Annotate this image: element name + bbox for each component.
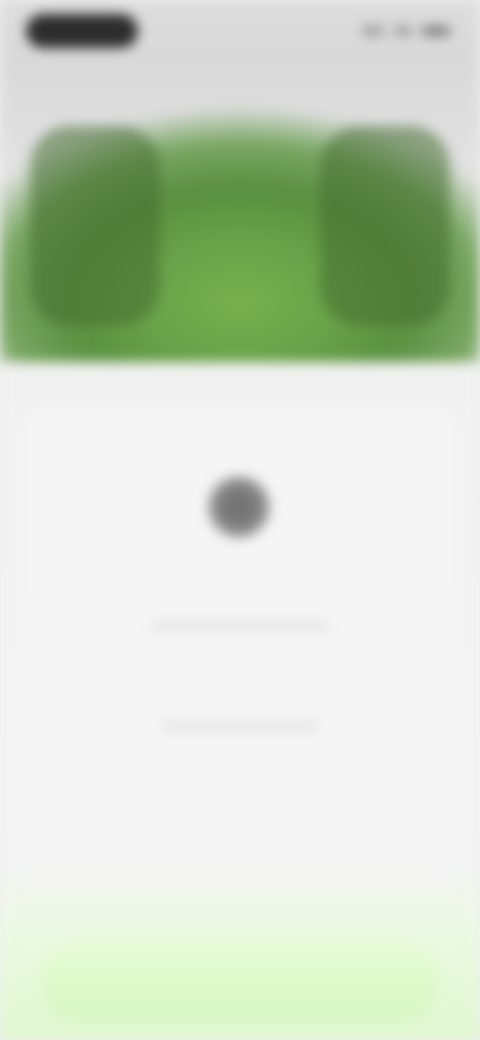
loading-icon bbox=[208, 476, 270, 538]
app-screen bbox=[0, 0, 480, 1040]
status-time-pill bbox=[26, 14, 138, 48]
placeholder-line-2 bbox=[160, 720, 320, 732]
placeholder-line-1 bbox=[150, 620, 330, 632]
hero-banner bbox=[0, 86, 480, 362]
status-bar bbox=[0, 0, 480, 64]
bottom-action-button[interactable] bbox=[40, 940, 440, 1020]
battery-icon bbox=[422, 26, 450, 36]
status-icons bbox=[354, 24, 450, 38]
hero-left-shape bbox=[30, 126, 160, 326]
wifi-icon bbox=[394, 26, 412, 36]
hero-right-shape bbox=[320, 126, 450, 326]
signal-icon bbox=[362, 26, 384, 36]
